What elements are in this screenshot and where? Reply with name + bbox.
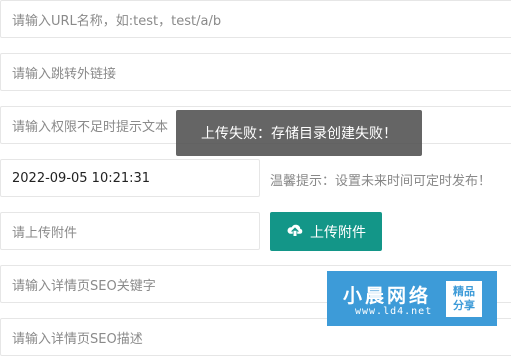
seo-keywords-placeholder: 请输入详情页SEO关键字 (12, 278, 156, 294)
publish-time-input[interactable]: 2022-09-05 10:21:31 (0, 159, 260, 197)
watermark-badge-line1: 精品 (453, 285, 475, 298)
attachment-input[interactable]: 请上传附件 (0, 212, 260, 250)
error-toast-message: 上传失败：存储目录创建失败！ (201, 126, 397, 142)
redirect-link-placeholder: 请输入跳转外链接 (12, 66, 117, 82)
watermark-badge-line2: 分享 (453, 299, 475, 312)
publish-time-value: 2022-09-05 10:21:31 (12, 170, 151, 186)
watermark-url: www.ld4.net (355, 306, 433, 317)
upload-attachment-button[interactable]: 上传附件 (270, 212, 382, 251)
url-name-input[interactable]: 请输入URL名称，如:test，test/a/b (0, 0, 511, 38)
seo-description-placeholder: 请输入详情页SEO描述 (12, 331, 143, 347)
url-name-placeholder: 请输入URL名称，如:test，test/a/b (12, 13, 222, 29)
redirect-link-input[interactable]: 请输入跳转外链接 (0, 53, 511, 91)
watermark-badge: 精品 分享 (446, 281, 482, 317)
attachment-placeholder: 请上传附件 (12, 225, 78, 241)
publish-time-hint: 温馨提示：设置未来时间可定时发布！ (270, 174, 492, 189)
cloud-upload-icon (286, 223, 304, 241)
error-toast: 上传失败：存储目录创建失败！ (176, 110, 422, 156)
upload-attachment-label: 上传附件 (310, 224, 366, 241)
watermark-logo: 小晨网络 www.ld4.net 精品 分享 (327, 271, 497, 326)
watermark-title: 小晨网络 (343, 285, 432, 307)
permission-text-placeholder: 请输入权限不足时提示文本 (12, 119, 169, 135)
